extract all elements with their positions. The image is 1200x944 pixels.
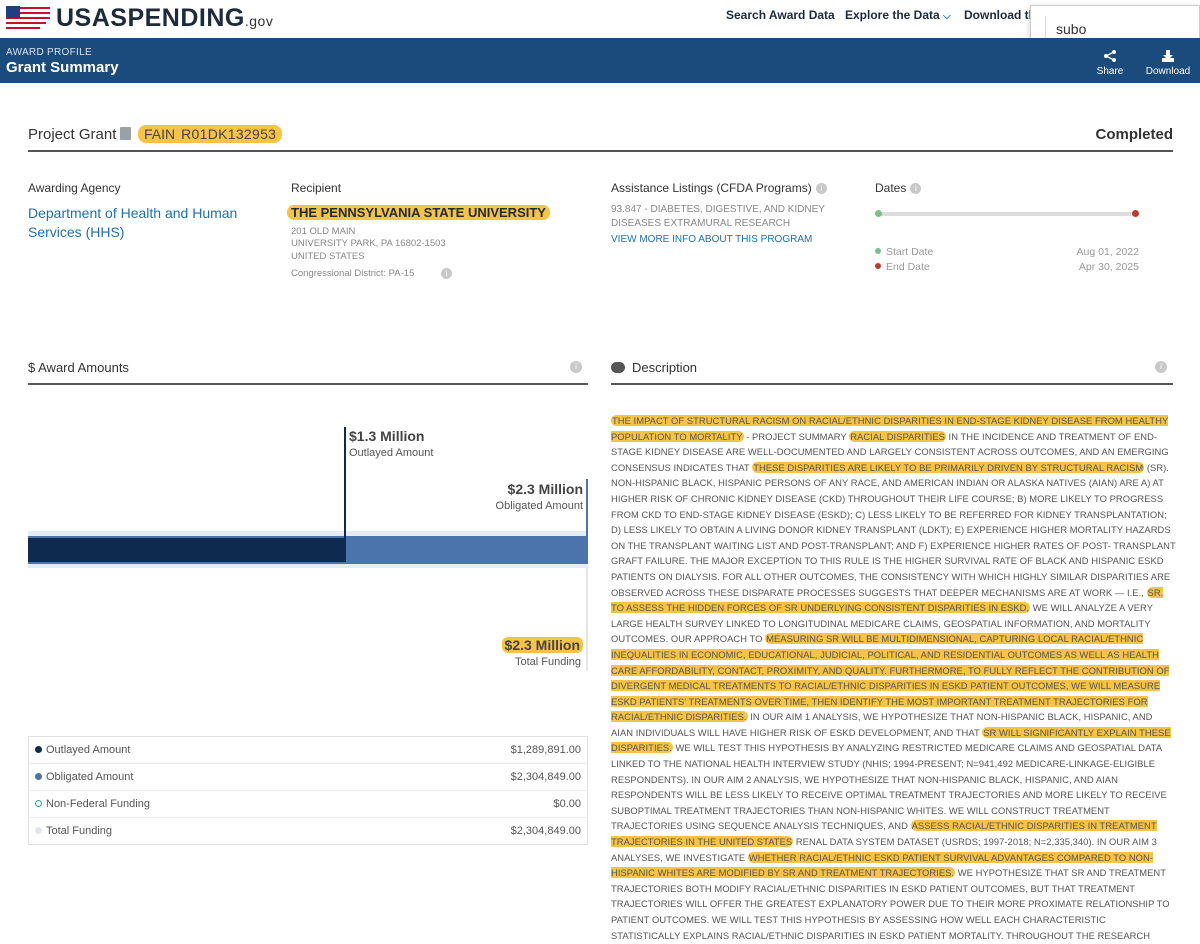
end-date-value: Apr 30, 2025 <box>1078 261 1139 273</box>
address-line-3: UNITED STATES <box>291 251 365 262</box>
congressional-district: Congressional District: PA-15 <box>291 268 415 279</box>
award-amounts-title: $ Award Amounts <box>28 360 129 375</box>
page-eyebrow: AWARD PROFILE <box>6 47 92 58</box>
total-marker-line <box>586 568 588 671</box>
start-date-label: Start Date <box>875 246 933 258</box>
address-line-2: UNIVERSITY PARK, PA 16802-1503 <box>291 238 446 249</box>
start-date-value: Aug 01, 2022 <box>1076 246 1139 258</box>
awarding-agency-link[interactable]: Department of Health and Human Services … <box>28 204 258 242</box>
legend-dot <box>35 827 42 834</box>
document-icon <box>120 127 131 140</box>
amounts-legend: Outlayed Amount $1,289,891.00 Obligated … <box>28 736 588 845</box>
dates-label: Dates i <box>875 181 922 195</box>
legend-dot <box>35 773 42 780</box>
legend-row: Total Funding $2,304,849.00 <box>29 818 587 845</box>
total-funding-caption: Total Funding <box>514 656 581 668</box>
address-line-1: 201 OLD MAIN <box>291 226 356 237</box>
description-segment: WE WILL TEST THIS HYPOTHESIS BY ANALYZIN… <box>611 742 1167 832</box>
awarding-agency-label: Awarding Agency <box>28 181 121 195</box>
share-button[interactable]: Share <box>1087 49 1133 77</box>
status-badge: Completed <box>1095 126 1173 143</box>
page-header: AWARD PROFILE Grant Summary Share Downlo… <box>0 38 1200 83</box>
legend-dot <box>35 800 42 807</box>
start-marker <box>875 210 882 217</box>
obligated-amount-caption: Obligated Amount <box>495 500 583 512</box>
cfda-program: 93.847 - DIABETES, DIGESTIVE, AND KIDNEY… <box>611 204 825 229</box>
flag-icon <box>6 5 50 32</box>
info-icon[interactable]: i <box>815 183 827 194</box>
award-title-row: Project Grant FAIN R01DK132953 Completed <box>28 124 1173 152</box>
description-title: Description <box>611 360 697 375</box>
award-amounts-header: $ Award Amounts i <box>28 358 588 385</box>
outlayed-amount-big: $1.3 Million <box>349 428 425 444</box>
info-icon[interactable]: i <box>910 183 922 194</box>
highlighted-text: RACIAL DISPARITIES <box>849 430 946 442</box>
recipient-name[interactable]: THE PENNSYLVANIA STATE UNIVERSITY <box>287 205 550 220</box>
description-segment: WE HYPOTHESIZE THAT SR AND TREATMENT TRA… <box>611 867 1170 941</box>
recipient-label: Recipient <box>291 181 342 195</box>
info-icon[interactable]: i <box>570 361 582 373</box>
download-button[interactable]: Download <box>1145 49 1191 77</box>
end-marker <box>1132 210 1139 217</box>
obligated-marker-line <box>586 479 588 536</box>
info-icon[interactable]: i <box>441 268 452 279</box>
total-funding-big: $2.3 Million <box>501 637 583 653</box>
cfda-label: Assistance Listings (CFDA Programs) i <box>611 181 827 195</box>
outlayed-bar[interactable] <box>28 538 344 562</box>
description-segment: - PROJECT SUMMARY <box>743 430 850 442</box>
obligated-amount-big: $2.3 Million <box>507 481 583 497</box>
description-segment: (SR). NON-HISPANIC BLACK, HISPANIC PERSO… <box>611 461 1176 598</box>
legend-row: Obligated Amount $2,304,849.00 <box>29 764 587 791</box>
award-type: Project Grant <box>28 126 117 143</box>
download-icon <box>1162 50 1174 62</box>
logo-text: USASPENDING.gov <box>56 4 274 32</box>
info-icon[interactable]: i <box>1155 361 1167 373</box>
nav-download[interactable]: Download th <box>964 8 1036 22</box>
nav-search-award-data[interactable]: Search Award Data <box>726 8 835 22</box>
legend-dot <box>35 746 42 753</box>
top-nav: USASPENDING.gov Search Award Data Explor… <box>0 0 1200 55</box>
fain-badge: FAIN R01DK132953 <box>138 125 283 143</box>
end-date-label: End Date <box>875 261 930 273</box>
comment-icon <box>611 362 625 373</box>
usaspending-logo[interactable]: USASPENDING.gov <box>6 4 273 33</box>
highlighted-text: THESE DISPARITIES ARE LIKELY TO BE PRIMA… <box>752 461 1145 473</box>
date-timeline <box>878 212 1136 216</box>
description-header: Description i <box>611 358 1173 385</box>
highlighted-text: MEASURING SR WILL BE MULTIDIMENSIONAL, C… <box>611 633 1170 723</box>
legend-row: Non-Federal Funding $0.00 <box>29 791 587 818</box>
nav-explore-the-data[interactable]: Explore the Data ⌵ <box>845 8 951 22</box>
share-icon <box>1104 50 1116 62</box>
outlayed-amount-caption: Outlayed Amount <box>349 447 434 459</box>
page-title: Grant Summary <box>6 59 119 76</box>
description-text: THE IMPACT OF STRUCTURAL RACISM ON RACIA… <box>611 413 1176 944</box>
cfda-more-info-link[interactable]: VIEW MORE INFO ABOUT THIS PROGRAM <box>611 234 812 245</box>
chevron-down-icon: ⌵ <box>943 11 951 22</box>
legend-row: Outlayed Amount $1,289,891.00 <box>29 737 587 764</box>
outlayed-marker-line <box>344 427 346 562</box>
